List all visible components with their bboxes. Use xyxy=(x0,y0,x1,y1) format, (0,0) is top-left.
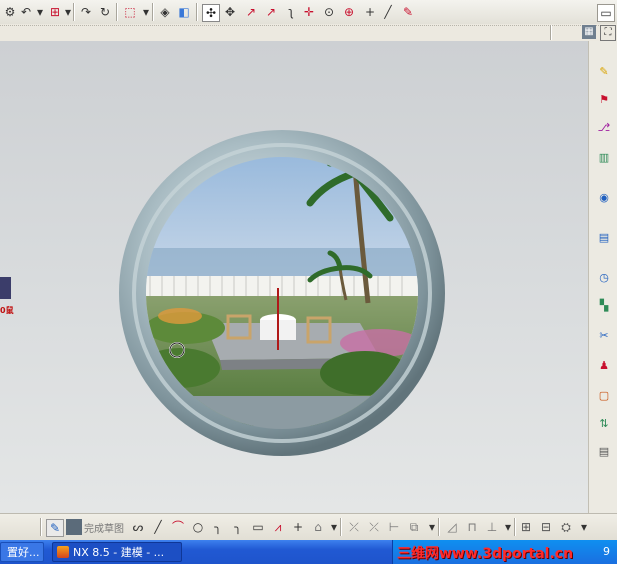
alternate-solution-icon[interactable]: ⛭ xyxy=(558,519,574,535)
shade-icon[interactable]: ◈ xyxy=(157,4,173,20)
constraint-icon[interactable]: ⊓ xyxy=(464,519,480,535)
info-window-icon[interactable]: ▤ xyxy=(595,442,613,460)
left-panel-stub[interactable] xyxy=(0,277,11,299)
window-restore-icon[interactable]: ▭ xyxy=(597,4,615,22)
grid-view-icon[interactable]: ▦ xyxy=(582,25,596,39)
model-view[interactable] xyxy=(110,128,450,466)
cube-icon[interactable]: ◧ xyxy=(176,4,192,20)
fit-view-icon[interactable]: ⛶ xyxy=(600,25,616,41)
sketch-toolbar: ✎ 完成草图 ᔕ ╱ ⌒ ○ ╮ ╮ ▭ ⩘ + ⌂ ▾ ⤫ ⤫ ⊢ ⧉ ▾ ◿… xyxy=(0,513,617,541)
palette-icon[interactable]: ▚ xyxy=(595,296,613,314)
settings-icon[interactable]: ⚙ xyxy=(2,4,18,20)
filter-icon[interactable]: ✣ xyxy=(202,4,220,22)
part-navigator-icon[interactable]: ⎇ xyxy=(595,118,613,136)
auto-constrain-icon[interactable]: ⊥ xyxy=(484,519,500,535)
dimension-icon[interactable]: ◿ xyxy=(444,519,460,535)
mirror-icon[interactable]: ⧉ xyxy=(406,519,422,535)
secondary-toolbar: ▦ ⛶ xyxy=(0,24,617,42)
watermark-text: 三维网www.3dportal.cn xyxy=(397,546,574,562)
arc-tool-icon[interactable]: ⌒ xyxy=(170,519,186,535)
show-constraints-icon[interactable]: ⊞ xyxy=(518,519,534,535)
constraint-navigator-icon[interactable]: ⚑ xyxy=(595,90,613,108)
roles-icon[interactable]: ♟ xyxy=(595,356,613,374)
cross-icon[interactable]: + xyxy=(362,4,378,20)
reuse-library-icon[interactable]: ▥ xyxy=(595,148,613,166)
nx-app-icon xyxy=(57,546,69,558)
undo-dropdown-icon[interactable]: ▾ xyxy=(32,4,48,20)
arc-icon[interactable]: ↗ xyxy=(263,4,279,20)
curve-icon[interactable]: ʅ xyxy=(283,4,299,20)
line-tool-icon[interactable]: ╱ xyxy=(150,519,166,535)
taskbar-item-nx[interactable]: NX 8.5 - 建模 - ... xyxy=(52,542,182,562)
web-browser-icon[interactable]: ◉ xyxy=(595,188,613,206)
report-icon[interactable]: ⇅ xyxy=(595,414,613,432)
move-icon[interactable]: ↷ xyxy=(78,4,94,20)
rotate-icon[interactable]: ↻ xyxy=(97,4,113,20)
polygon-tool-icon[interactable]: ⩘ xyxy=(270,519,286,535)
clock-icon[interactable]: ◷ xyxy=(595,268,613,286)
history-icon[interactable]: ▤ xyxy=(595,228,613,246)
finish-sketch-icon[interactable] xyxy=(66,519,82,535)
convert-reference-icon[interactable]: ⊟ xyxy=(538,519,554,535)
extend-icon[interactable]: ⤫ xyxy=(366,519,382,535)
chamfer-tool-icon[interactable]: ╮ xyxy=(230,519,246,535)
finish-sketch-label[interactable]: 完成草图 xyxy=(84,520,124,535)
axis-icon[interactable]: ✛ xyxy=(301,4,317,20)
select-box-icon[interactable]: ⬚ xyxy=(122,4,138,20)
main-toolbar: ⚙ ↶ ▾ ⊞ ▾ ↷ ↻ ⬚ ▾ ◈ ◧ ✣ ✥ ↗ ↗ ʅ ✛ ⊙ ⊕ + … xyxy=(0,0,617,25)
point-icon[interactable]: ✥ xyxy=(222,4,238,20)
taskbar-item-left[interactable]: 置好... xyxy=(0,542,44,562)
circle-tool-icon[interactable]: ○ xyxy=(190,519,206,535)
point-tool-icon[interactable]: + xyxy=(290,519,306,535)
offset-tool-icon[interactable]: ⌂ xyxy=(310,519,326,535)
pencil-icon[interactable]: ╱ xyxy=(380,4,396,20)
paint-icon[interactable]: ✎ xyxy=(400,4,416,20)
corner-icon[interactable]: ⊢ xyxy=(386,519,402,535)
more-tools-dropdown-icon[interactable]: ▾ xyxy=(576,519,592,535)
system-tray: 三维网www.3dportal.cn 9 xyxy=(392,540,617,564)
circle-snap-icon[interactable]: ⊙ xyxy=(321,4,337,20)
profile-icon[interactable]: ᔕ xyxy=(130,519,146,535)
clock-text: 9 xyxy=(603,545,610,558)
left-panel-stub-label: 0鼠 xyxy=(0,306,14,315)
target-icon[interactable]: ⊕ xyxy=(341,4,357,20)
assembly-navigator-icon[interactable]: ✎ xyxy=(595,62,613,80)
process-studio-icon[interactable]: ✂ xyxy=(595,326,613,344)
fillet-tool-icon[interactable]: ╮ xyxy=(210,519,226,535)
taskbar-item-nx-label: NX 8.5 - 建模 - ... xyxy=(73,546,165,559)
trim-icon[interactable]: ⤫ xyxy=(346,519,362,535)
line-icon[interactable]: ↗ xyxy=(243,4,259,20)
rectangle-tool-icon[interactable]: ▭ xyxy=(250,519,266,535)
sketch-icon[interactable]: ✎ xyxy=(46,519,64,537)
system-materials-icon[interactable]: ▢ xyxy=(595,386,613,404)
